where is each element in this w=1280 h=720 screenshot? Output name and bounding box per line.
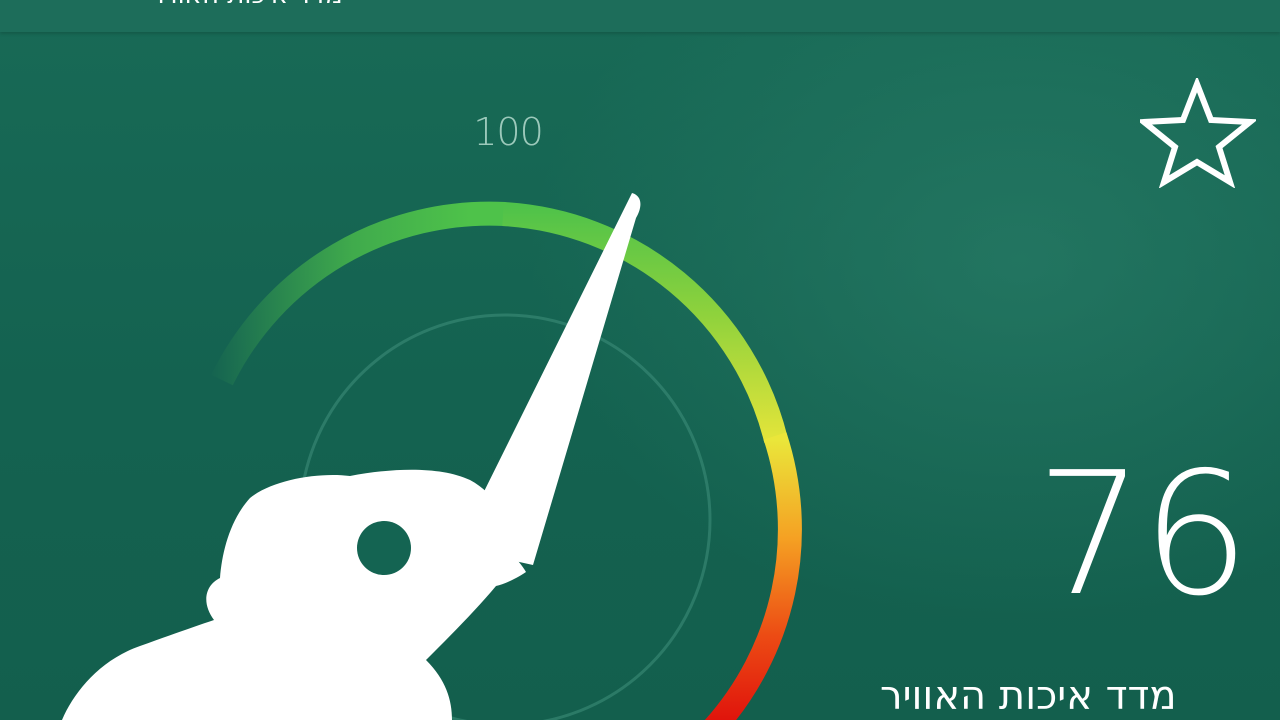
star-outline-icon [1136, 75, 1258, 189]
aqi-gauge [62, 193, 802, 720]
gauge-max-label: 100 [473, 110, 544, 154]
aqi-label: מדד איכות האוויר [880, 673, 1177, 719]
aqi-value: 76 [1035, 436, 1250, 634]
gauge-arc-unhealthy [704, 432, 802, 720]
kiwi-bird-needle-icon [62, 193, 641, 720]
air-quality-screen: מדד איכות האוויר [0, 0, 1280, 720]
gauge-arc-good-fade [211, 201, 506, 386]
favorite-button[interactable] [1136, 75, 1258, 189]
kiwi-eye [357, 521, 411, 575]
